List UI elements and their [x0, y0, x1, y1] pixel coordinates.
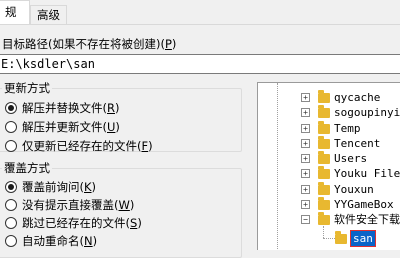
- radio-button[interactable]: [5, 235, 17, 247]
- tab-advanced-label: 高级: [37, 8, 60, 22]
- folder-open-icon: [318, 212, 330, 225]
- expand-icon[interactable]: +: [301, 139, 310, 148]
- tree-item-expanded[interactable]: − 软件安全下载: [258, 212, 400, 227]
- destination-path-input[interactable]: E:\ksdler\san: [0, 54, 400, 74]
- folder-icon: [318, 182, 330, 195]
- radio-button[interactable]: [5, 217, 17, 229]
- overwrite-mode-title: 覆盖方式: [2, 160, 52, 176]
- expand-icon[interactable]: +: [301, 93, 310, 102]
- radio-button[interactable]: [5, 140, 17, 152]
- tree-item[interactable]: + Tencent: [258, 136, 400, 151]
- expand-icon[interactable]: +: [301, 200, 310, 209]
- tree-item[interactable]: + YYGameBox: [258, 197, 400, 212]
- tree-item[interactable]: + sogoupinyin: [258, 105, 400, 120]
- folder-tree[interactable]: + qycache + sogoupinyin + Temp + Tencent…: [257, 82, 400, 250]
- destination-mnemonic: P: [164, 37, 172, 51]
- expand-icon[interactable]: +: [301, 185, 310, 194]
- tree-item[interactable]: + Youxun: [258, 182, 400, 197]
- folder-icon: [318, 151, 330, 164]
- tab-panel-border: [0, 24, 400, 25]
- folder-icon: [318, 136, 330, 149]
- tree-item[interactable]: + Users: [258, 151, 400, 166]
- expand-icon[interactable]: +: [301, 169, 310, 178]
- expand-icon[interactable]: +: [301, 154, 310, 163]
- folder-icon: [318, 197, 330, 210]
- expand-icon[interactable]: +: [301, 108, 310, 117]
- folder-icon: [318, 121, 330, 134]
- folder-icon: [335, 231, 347, 244]
- tree-item-selected[interactable]: san: [258, 230, 400, 247]
- tree-item[interactable]: + qycache: [258, 90, 400, 105]
- collapse-icon[interactable]: −: [301, 215, 310, 224]
- radio-button[interactable]: [5, 102, 17, 114]
- tree-item[interactable]: + Temp: [258, 121, 400, 136]
- selected-folder-label: san: [350, 230, 376, 247]
- tab-general[interactable]: 规: [0, 0, 30, 24]
- radio-button[interactable]: [5, 121, 17, 133]
- expand-icon[interactable]: +: [301, 124, 310, 133]
- tree-item[interactable]: + Youku Files: [258, 166, 400, 181]
- folder-icon: [318, 90, 330, 103]
- destination-label: 目标路径(如果不存在将被创建)(P): [2, 37, 177, 51]
- radio-button[interactable]: [5, 181, 17, 193]
- tab-general-label: 规: [5, 5, 17, 19]
- radio-button[interactable]: [5, 199, 17, 211]
- tab-advanced[interactable]: 高级: [30, 5, 67, 24]
- folder-icon: [318, 105, 330, 118]
- folder-icon: [318, 166, 330, 179]
- update-mode-title: 更新方式: [2, 80, 52, 96]
